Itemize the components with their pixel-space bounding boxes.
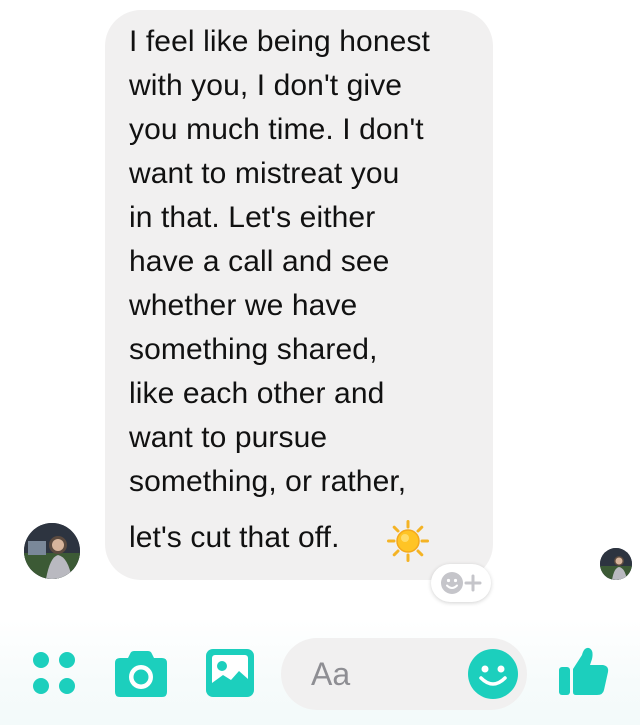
message-line: something shared, <box>129 333 378 366</box>
message-line: let's cut that off. <box>129 521 340 554</box>
message-input-placeholder: Aa <box>311 656 351 692</box>
message-line: you much time. I don't <box>129 113 424 146</box>
add-reaction-button[interactable] <box>431 564 491 602</box>
message-line: in that. Let's either <box>129 201 376 234</box>
image-icon[interactable] <box>206 649 254 697</box>
camera-icon[interactable] <box>114 650 168 698</box>
message-line: want to mistreat you <box>129 157 400 190</box>
emoji-icon[interactable] <box>467 648 519 700</box>
sender-avatar[interactable] <box>24 523 80 579</box>
thumbs-up-icon[interactable] <box>558 645 610 697</box>
avatar-photo-icon <box>600 548 632 580</box>
message-line: with you, I don't give <box>129 69 403 102</box>
message-line: like each other and <box>129 377 385 410</box>
message-line: I feel like being honest <box>129 25 430 58</box>
add-reaction-icon <box>441 572 482 594</box>
message-bubble[interactable]: I feel like being honest with you, I don… <box>105 10 493 580</box>
message-line: have a call and see <box>129 245 390 278</box>
read-receipt-avatar <box>600 548 632 580</box>
message-line: something, or rather, <box>129 465 407 498</box>
avatar-photo-icon <box>24 523 80 579</box>
message-line: want to pursue <box>129 421 328 454</box>
apps-icon[interactable] <box>32 651 76 695</box>
sun-emoji-icon <box>387 520 429 562</box>
message-line: whether we have <box>129 289 358 322</box>
